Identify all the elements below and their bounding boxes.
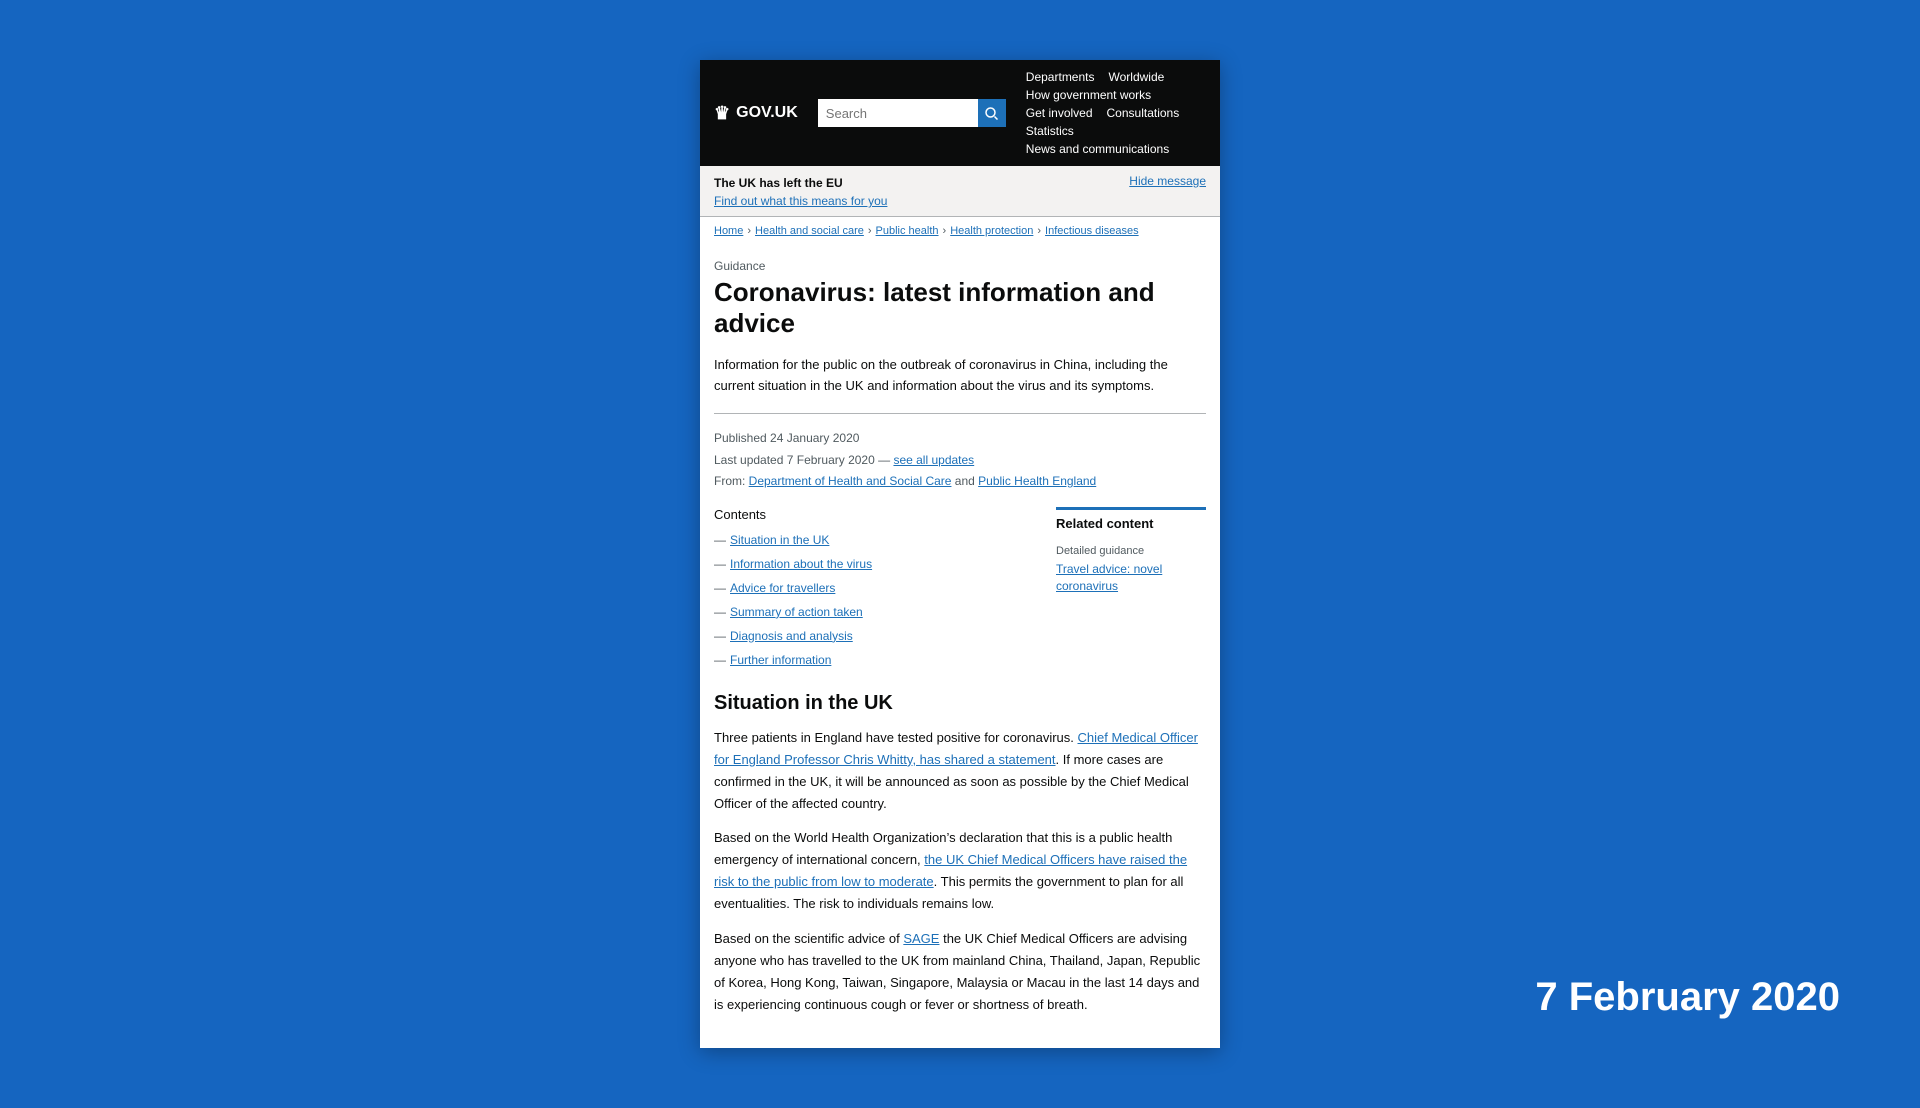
breadcrumb-home[interactable]: Home (714, 225, 743, 237)
last-updated: Last updated 7 February 2020 — see all u… (714, 450, 1206, 472)
nav-departments[interactable]: Departments (1026, 70, 1095, 84)
breadcrumb-public-health[interactable]: Public health (876, 225, 939, 237)
nav-get-involved[interactable]: Get involved (1026, 106, 1093, 120)
list-item: Situation in the UK (714, 528, 1042, 552)
breadcrumb-infectious-diseases[interactable]: Infectious diseases (1045, 225, 1139, 237)
list-item: Information about the virus (714, 552, 1042, 576)
date-overlay: 7 February 2020 (1535, 975, 1840, 1020)
breadcrumb: Home › Health and social care › Public h… (700, 217, 1220, 245)
see-all-updates-link[interactable]: see all updates (893, 453, 974, 467)
crown-icon: ♛ (714, 103, 730, 124)
guidance-label: Guidance (714, 259, 1206, 273)
brexit-link[interactable]: Find out what this means for you (714, 194, 887, 208)
dhsc-link[interactable]: Department of Health and Social Care (749, 474, 952, 488)
situation-para1-start: Three patients in England have tested po… (714, 730, 1078, 745)
page-description: Information for the public on the outbre… (714, 355, 1206, 397)
contents-title: Contents (714, 507, 1042, 522)
contents-related-row: Contents Situation in the UK Information… (714, 507, 1206, 672)
contents-link-summary[interactable]: Summary of action taken (730, 600, 863, 624)
contents-link-situation[interactable]: Situation in the UK (730, 528, 829, 552)
list-item: Further information (714, 648, 1042, 672)
gov-uk-logo[interactable]: ♛ GOV.UK (714, 103, 798, 124)
breadcrumb-sep-1: › (747, 225, 751, 237)
related-col: Related content Detailed guidance Travel… (1056, 507, 1206, 672)
breadcrumb-sep-2: › (868, 225, 872, 237)
nav-how-gov-works[interactable]: How government works (1026, 88, 1151, 102)
breadcrumb-sep-3: › (943, 225, 947, 237)
meta-section: Published 24 January 2020 Last updated 7… (714, 428, 1206, 493)
search-icon (985, 107, 998, 120)
main-content: Guidance Coronavirus: latest information… (700, 245, 1220, 1048)
phe-link[interactable]: Public Health England (978, 474, 1096, 488)
contents-list: Situation in the UK Information about th… (714, 528, 1042, 672)
contents-link-info[interactable]: Information about the virus (730, 552, 872, 576)
list-item: Advice for travellers (714, 576, 1042, 600)
from-prefix: From: (714, 474, 749, 488)
nav-consultations[interactable]: Consultations (1107, 106, 1180, 120)
search-form (818, 99, 1006, 127)
from-and: and (951, 474, 978, 488)
nav-statistics[interactable]: Statistics (1026, 124, 1074, 138)
list-item: Diagnosis and analysis (714, 624, 1042, 648)
related-link[interactable]: Travel advice: novel coronavirus (1056, 561, 1206, 595)
contents-col: Contents Situation in the UK Information… (714, 507, 1042, 672)
main-nav: Departments Worldwide How government wor… (1026, 70, 1206, 156)
related-detail-label: Detailed guidance (1056, 545, 1206, 557)
contents-link-further[interactable]: Further information (730, 648, 831, 672)
last-updated-prefix: Last updated 7 February 2020 — (714, 453, 893, 467)
contents-link-travellers[interactable]: Advice for travellers (730, 576, 835, 600)
list-item: Summary of action taken (714, 600, 1042, 624)
logo-text: GOV.UK (736, 104, 798, 122)
situation-para-2: Based on the World Health Organization’s… (714, 827, 1206, 915)
situation-section-title: Situation in the UK (714, 692, 1206, 715)
breadcrumb-health-protection[interactable]: Health protection (950, 225, 1033, 237)
page-title: Coronavirus: latest information and advi… (714, 277, 1206, 339)
hide-message-button[interactable]: Hide message (1129, 174, 1206, 188)
related-title: Related content (1056, 507, 1206, 537)
sage-link[interactable]: SAGE (903, 931, 939, 946)
contents-link-diagnosis[interactable]: Diagnosis and analysis (730, 624, 853, 648)
page-container: ♛ GOV.UK Departments Worldwide How gover… (700, 60, 1220, 1048)
brexit-banner: The UK has left the EU Find out what thi… (700, 166, 1220, 217)
situation-para-3: Based on the scientific advice of SAGE t… (714, 928, 1206, 1016)
nav-worldwide[interactable]: Worldwide (1109, 70, 1165, 84)
breadcrumb-health-social-care[interactable]: Health and social care (755, 225, 864, 237)
search-input[interactable] (818, 99, 978, 127)
site-header: ♛ GOV.UK Departments Worldwide How gover… (700, 60, 1220, 166)
situation-para-1: Three patients in England have tested po… (714, 727, 1206, 815)
search-button[interactable] (978, 99, 1006, 127)
breadcrumb-sep-4: › (1037, 225, 1041, 237)
nav-news-comms[interactable]: News and communications (1026, 142, 1169, 156)
from-line: From: Department of Health and Social Ca… (714, 471, 1206, 493)
brexit-message: The UK has left the EU (714, 176, 843, 190)
divider-1 (714, 413, 1206, 414)
situation-para3-start: Based on the scientific advice of (714, 931, 903, 946)
published-date: Published 24 January 2020 (714, 428, 1206, 450)
